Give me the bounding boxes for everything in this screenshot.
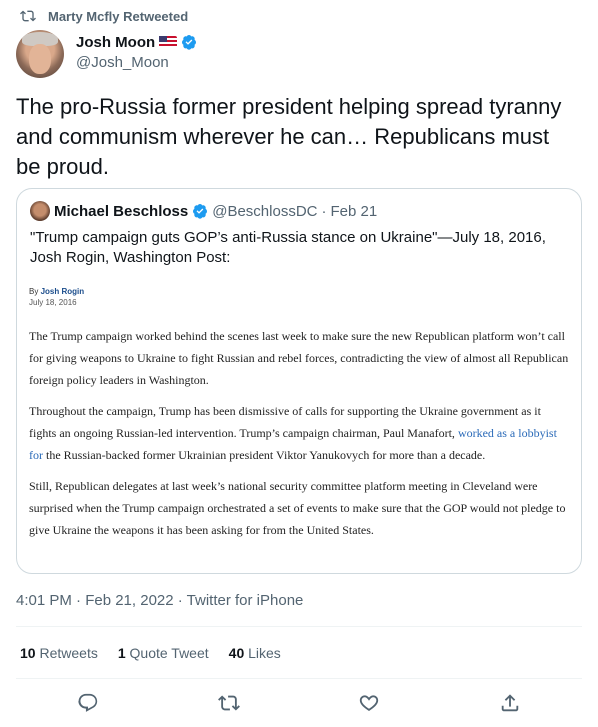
engagement-stats: 10 Retweets 1 Quote Tweet 40 Likes [20, 645, 281, 661]
quoted-author-avatar [30, 201, 50, 221]
verified-badge-icon [193, 204, 208, 219]
tweet-timestamp[interactable]: 4:01 PM · Feb 21, 2022 · Twitter for iPh… [16, 592, 303, 609]
divider [16, 626, 582, 627]
tweet-text: The pro-Russia former president helping … [16, 94, 562, 179]
article-paragraph-3: Still, Republican delegates at last week… [29, 479, 566, 537]
tweet-actions [0, 688, 598, 720]
author-avatar[interactable] [16, 30, 64, 78]
likes-stat[interactable]: 40 Likes [229, 645, 281, 661]
article-date: July 18, 2016 [29, 298, 77, 307]
quoted-author-name: Michael Beschloss [54, 202, 189, 220]
quoted-date: Feb 21 [330, 202, 378, 220]
retweets-stat[interactable]: 10 Retweets [20, 645, 98, 661]
author-handle[interactable]: @Josh_Moon [76, 54, 197, 71]
author-display-name[interactable]: Josh Moon [76, 34, 155, 51]
article-screenshot: By Josh Rogin July 18, 2016 The Trump ca… [29, 287, 569, 541]
quoted-author-handle: @BeschlossDC [212, 202, 318, 220]
retweeted-by-text: Marty Mcfly Retweeted [48, 8, 189, 24]
quote-tweets-stat[interactable]: 1 Quote Tweet [118, 645, 209, 661]
author-info[interactable]: Josh Moon @Josh_Moon [76, 32, 197, 71]
reply-icon[interactable] [77, 692, 99, 714]
us-flag-icon [159, 36, 178, 48]
quoted-tweet[interactable]: Michael Beschloss @BeschlossDC · Feb 21 … [16, 188, 582, 574]
article-paragraph-1: The Trump campaign worked behind the sce… [29, 329, 569, 387]
verified-badge-icon [182, 35, 197, 50]
article-paragraph-2: Throughout the campaign, Trump has been … [29, 404, 557, 462]
quoted-separator: · [321, 202, 327, 220]
retweeted-by[interactable]: Marty Mcfly Retweeted [20, 6, 188, 26]
retweet-icon [20, 10, 36, 22]
article-author: Josh Rogin [40, 287, 85, 296]
retweet-action-icon[interactable] [218, 692, 240, 714]
article-byline: By Josh Rogin [29, 287, 85, 296]
share-icon[interactable] [499, 692, 521, 714]
like-icon[interactable] [358, 692, 380, 714]
quoted-tweet-header: Michael Beschloss @BeschlossDC · Feb 21 [30, 201, 377, 221]
divider [16, 678, 582, 679]
quoted-tweet-text: "Trump campaign guts GOP’s anti-Russia s… [30, 229, 546, 266]
